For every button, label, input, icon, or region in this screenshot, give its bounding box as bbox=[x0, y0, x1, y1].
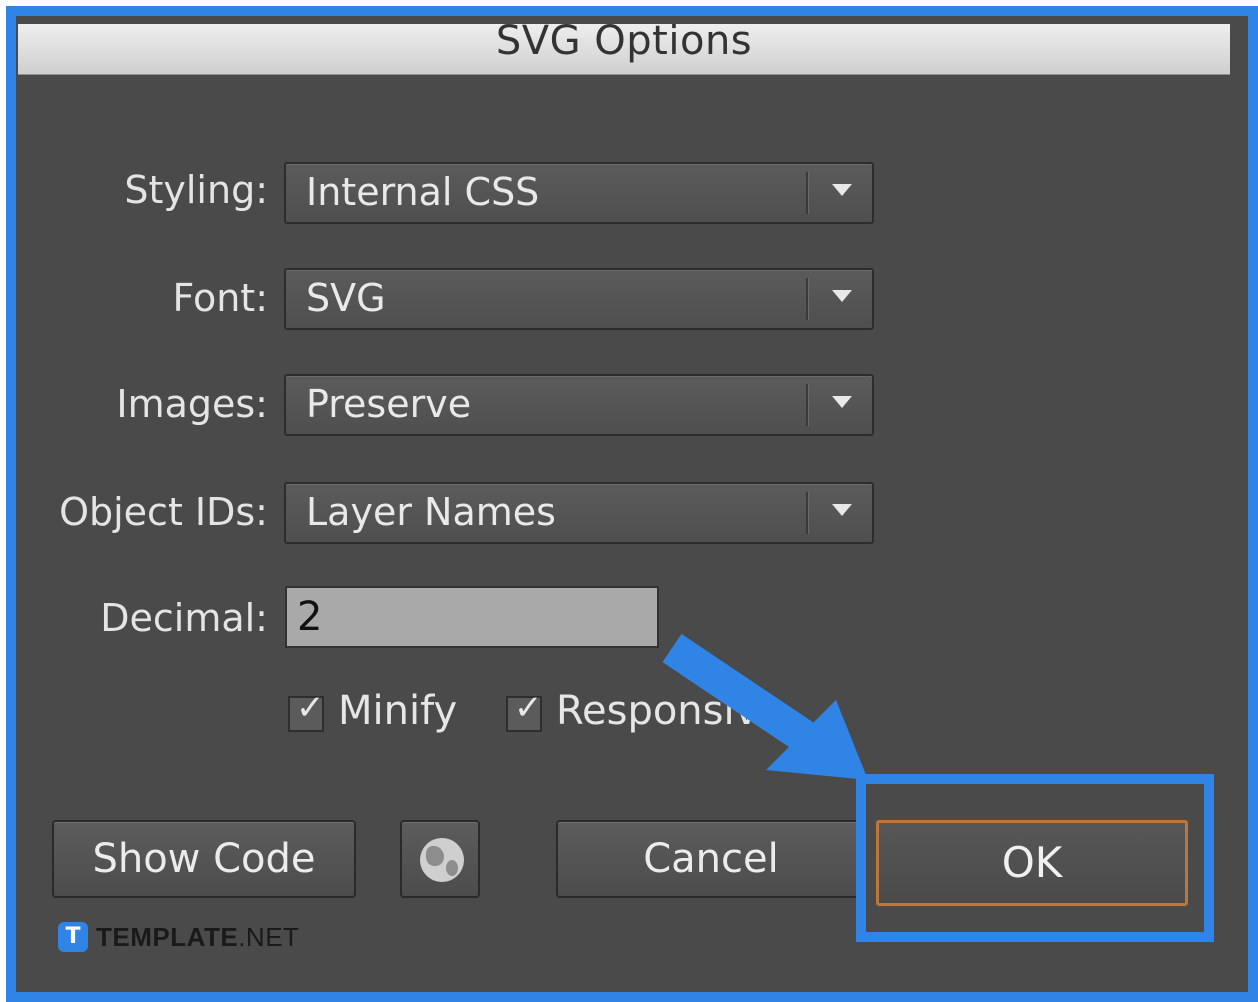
cancel-button[interactable]: Cancel bbox=[556, 820, 866, 898]
font-label: Font: bbox=[172, 276, 268, 320]
styling-label: Styling: bbox=[124, 168, 268, 212]
globe-icon bbox=[420, 838, 464, 882]
images-value: Preserve bbox=[306, 382, 472, 426]
minify-label: Minify bbox=[338, 688, 458, 734]
object-ids-label: Object IDs: bbox=[59, 490, 268, 534]
ok-highlight-box bbox=[856, 774, 1214, 942]
chevron-down-icon bbox=[832, 504, 852, 516]
decimal-label: Decimal: bbox=[100, 596, 268, 640]
checkmark-icon: ✓ bbox=[514, 688, 543, 728]
globe-button[interactable] bbox=[400, 820, 480, 898]
styling-select[interactable]: Internal CSS bbox=[284, 162, 874, 224]
responsive-label: Responsive bbox=[556, 688, 783, 734]
dialog-title: SVG Options bbox=[495, 24, 753, 64]
responsive-checkbox[interactable]: ✓ bbox=[506, 688, 543, 732]
show-code-button[interactable]: Show Code bbox=[52, 820, 356, 898]
font-select[interactable]: SVG bbox=[284, 268, 874, 330]
decimal-input[interactable]: 2 bbox=[285, 586, 659, 648]
chevron-down-icon bbox=[832, 290, 852, 302]
object-ids-value: Layer Names bbox=[306, 490, 556, 534]
select-divider bbox=[806, 492, 809, 534]
chevron-down-icon bbox=[832, 184, 852, 196]
select-divider bbox=[806, 384, 809, 426]
dialog-titlebar: SVG Options bbox=[18, 24, 1230, 75]
select-divider bbox=[806, 278, 809, 320]
watermark: T TEMPLATE.NET bbox=[58, 920, 299, 954]
object-ids-select[interactable]: Layer Names bbox=[284, 482, 874, 544]
template-logo-icon: T bbox=[58, 922, 88, 952]
checkmark-icon: ✓ bbox=[296, 688, 325, 728]
chevron-down-icon bbox=[832, 396, 852, 408]
watermark-text: TEMPLATE.NET bbox=[96, 921, 300, 952]
images-select[interactable]: Preserve bbox=[284, 374, 874, 436]
styling-value: Internal CSS bbox=[306, 170, 540, 214]
font-value: SVG bbox=[306, 276, 386, 320]
minify-checkbox[interactable]: ✓ bbox=[288, 688, 325, 732]
images-label: Images: bbox=[116, 382, 268, 426]
select-divider bbox=[806, 172, 809, 214]
